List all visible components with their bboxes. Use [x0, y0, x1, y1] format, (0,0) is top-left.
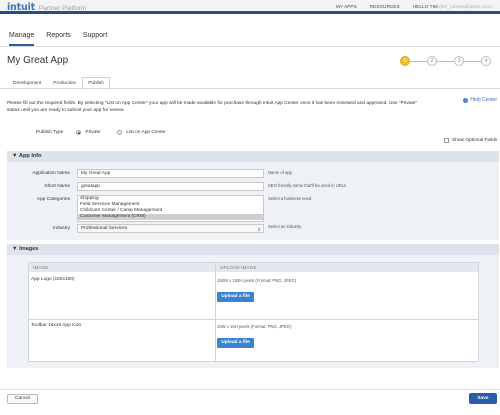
short-name-hint: SEO friendly name that'll be used in URL…: [268, 183, 347, 188]
product-name: Partner Platform: [38, 5, 87, 12]
step-4[interactable]: 4: [481, 56, 491, 66]
toolbar-icon-label: Toolbar 16x16 App Icon: [31, 323, 82, 328]
show-optional-fields[interactable]: Show Optional Fields: [444, 138, 497, 143]
help-center-label: Help Center: [470, 97, 497, 103]
app-categories-hint: Select a business need: [268, 196, 312, 201]
images-header[interactable]: ▼ Images: [7, 244, 499, 255]
divider: [0, 389, 500, 390]
radio-private-label: Private: [85, 130, 101, 135]
tab-manage[interactable]: Manage: [9, 32, 35, 46]
radio-private[interactable]: Private: [76, 130, 100, 135]
radio-private-control[interactable]: [76, 130, 82, 135]
app-logo-label: App Logo (150x150): [31, 277, 75, 282]
short-name-label: Short Name: [44, 184, 70, 189]
divider: [0, 46, 500, 47]
step-3[interactable]: 3: [454, 56, 464, 66]
help-icon: ?: [463, 97, 469, 103]
row-divider: [29, 319, 478, 320]
upload-icon-button[interactable]: Upload a file: [217, 338, 254, 348]
radio-list-control[interactable]: [117, 130, 123, 135]
step-1[interactable]: 1: [400, 56, 410, 66]
nav-resources[interactable]: RESOURCES: [370, 4, 400, 9]
step-2[interactable]: 2: [427, 56, 437, 66]
industry-label: Industry: [52, 226, 70, 231]
optional-fields-checkbox[interactable]: [444, 138, 449, 143]
radio-list-on-app-center[interactable]: List on App Center: [117, 130, 166, 135]
step-connector: [437, 61, 454, 62]
industry-hint: Select an industry: [268, 224, 302, 229]
nav-my-apps[interactable]: MY APPS: [336, 4, 357, 9]
application-name-label: Application Name: [32, 171, 70, 176]
brand[interactable]: intuit Partner Platform: [7, 2, 86, 13]
images-table: IMAGE UPLOAD IMAGE App Logo (150x150) 15…: [28, 262, 479, 362]
application-name-input[interactable]: My Great App: [77, 169, 264, 178]
column-divider: [215, 272, 216, 362]
intro-text: Please fill out the required fields. By …: [7, 101, 418, 113]
divider: [0, 88, 500, 89]
user-email: (tim_roberts@intuit.com): [439, 4, 492, 9]
tab-reports[interactable]: Reports: [46, 32, 71, 46]
publish-type: Publish Type Private List on App Center: [36, 130, 166, 135]
user-greeting[interactable]: HELLO TIM (tim_roberts@intuit.com): [413, 4, 492, 9]
intuit-logo: intuit: [7, 2, 35, 13]
col-image-header: IMAGE: [29, 263, 215, 272]
help-center-link[interactable]: ? Help Center: [463, 97, 497, 103]
upload-logo-button[interactable]: Upload a file: [217, 292, 254, 302]
industry-value: Professional Services: [81, 226, 128, 231]
step-connector: [410, 61, 427, 62]
main-tabs: Manage Reports Support: [9, 32, 107, 46]
greeting-text: HELLO TIM: [412, 4, 438, 9]
short-name-input[interactable]: greatapp: [77, 182, 264, 191]
category-option-selected[interactable]: Customer Management (CRM): [78, 214, 263, 220]
app-logo-spec: 150W x 150H pixels (Format: PNG, JPEG): [217, 278, 297, 283]
collapse-triangle-icon: ▼: [12, 153, 18, 159]
collapse-triangle-icon: ▼: [12, 246, 18, 252]
optional-fields-label: Show Optional Fields: [452, 138, 498, 143]
col-upload-header: UPLOAD IMAGE: [215, 263, 478, 272]
tab-support[interactable]: Support: [83, 32, 108, 46]
page-title: My Great App: [7, 55, 69, 66]
select-arrows-icon: ⇕: [257, 227, 261, 232]
cancel-button[interactable]: Cancel: [7, 394, 38, 404]
save-button[interactable]: Save: [469, 393, 497, 404]
app-info-header[interactable]: ▼ App Info: [7, 151, 499, 162]
app-info-title: App Info: [18, 153, 42, 159]
images-title: Images: [19, 246, 39, 252]
step-connector: [464, 61, 481, 62]
toolbar-icon-spec: 16W x 16H pixels (Format: PNG, JPEG): [217, 324, 292, 329]
industry-select[interactable]: Professional Services ⇕: [77, 224, 264, 233]
publish-type-label: Publish Type: [36, 130, 64, 135]
radio-list-label: List on App Center: [126, 130, 166, 135]
application-name-hint: Name of app: [268, 170, 292, 175]
app-categories-listbox[interactable]: Shipping Field Services Management Child…: [77, 195, 264, 222]
app-categories-label: App Categories: [36, 197, 70, 202]
top-nav: MY APPS RESOURCES HELLO TIM (tim_roberts…: [336, 4, 492, 9]
